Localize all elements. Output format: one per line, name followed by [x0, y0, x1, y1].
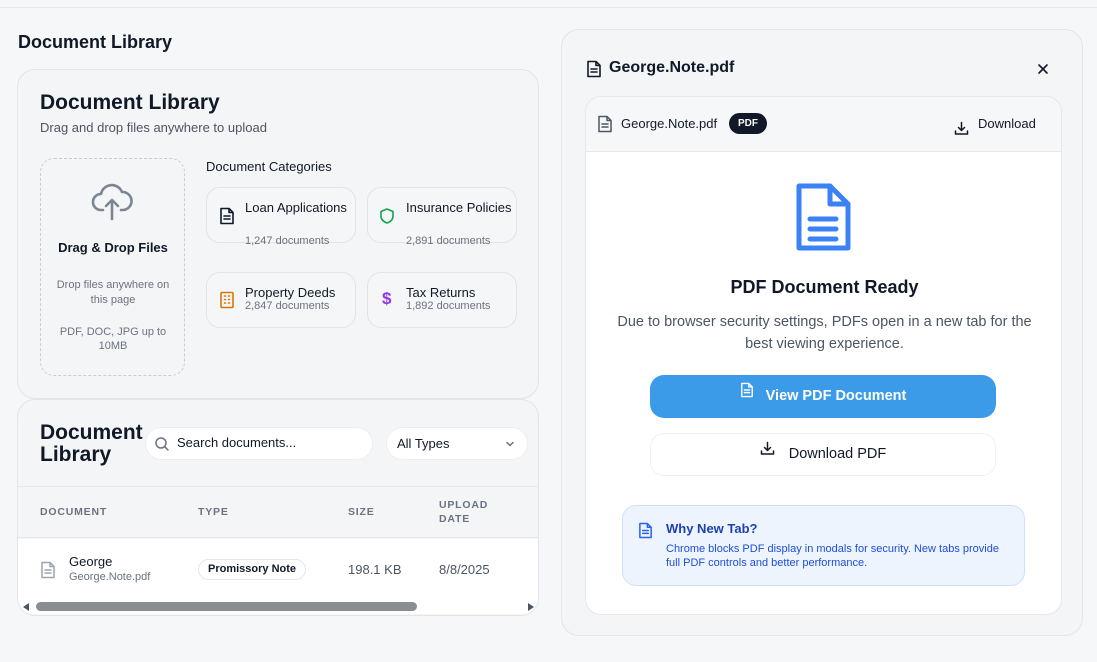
dropzone-hint: Drop files anywhere on this page	[56, 279, 170, 306]
search-input[interactable]	[177, 435, 362, 450]
type-badge: Promissory Note	[198, 559, 307, 580]
download-icon	[954, 117, 969, 147]
category-insurance-policies[interactable]: Insurance Policies 2,891 documents	[367, 187, 517, 247]
dropzone-title: Drag & Drop Files	[58, 240, 168, 255]
category-count: 2,891 documents	[406, 235, 491, 247]
upload-card: Document Library Drag and drop files any…	[17, 69, 539, 399]
category-tax-returns[interactable]: $ Tax Returns 1,892 documents	[367, 272, 517, 328]
info-callout: Why New Tab? Chrome blocks PDF display i…	[622, 505, 1025, 586]
document-table-card: Document Library All Types DOCUMENT TYPE…	[17, 399, 539, 616]
dropzone-formats: PDF, DOC, JPG up to 10MB	[59, 326, 167, 352]
pdf-preview-modal: George.Note.pdf George.Note.pdf PDF Down…	[561, 29, 1083, 636]
file-text-icon	[597, 115, 613, 138]
type-filter-value: All Types	[397, 436, 450, 451]
download-pdf-label: Download PDF	[788, 446, 887, 462]
category-count: 1,247 documents	[245, 235, 330, 247]
download-button[interactable]: Download	[950, 109, 1046, 139]
category-loan-applications[interactable]: Loan Applications 1,247 documents	[206, 187, 356, 247]
file-text-icon	[219, 207, 235, 230]
ready-title: PDF Document Ready	[730, 277, 919, 297]
scroll-right-arrow[interactable]	[528, 603, 534, 611]
dropzone[interactable]: Drag & Drop Files Drop files anywhere on…	[40, 158, 185, 376]
column-header-upload-date[interactable]: UPLOAD DATE	[439, 498, 499, 526]
scroll-left-arrow[interactable]	[23, 603, 29, 611]
search-box[interactable]	[145, 427, 373, 460]
search-icon	[154, 436, 170, 457]
category-count: 1,892 documents	[406, 300, 491, 312]
column-header-document[interactable]: DOCUMENT	[40, 505, 107, 519]
upload-subtitle: Drag and drop files anywhere to upload	[40, 120, 267, 135]
shield-icon	[380, 208, 394, 229]
category-property-deeds[interactable]: Property Deeds 2,847 documents	[206, 272, 356, 328]
upload-title: Document Library	[40, 91, 220, 114]
file-text-icon	[638, 522, 653, 544]
chevron-down-icon	[504, 438, 516, 453]
pdf-document-icon	[794, 183, 852, 256]
horizontal-scrollbar[interactable]	[18, 600, 538, 614]
file-type-badge: PDF	[729, 113, 767, 134]
view-pdf-button[interactable]: View PDF Document	[650, 375, 996, 418]
document-upload-date: 8/8/2025	[439, 562, 490, 577]
file-text-icon	[740, 373, 754, 416]
file-text-icon	[586, 60, 602, 83]
ready-description: Due to browser security settings, PDFs o…	[617, 314, 1032, 352]
document-size: 198.1 KB	[348, 562, 402, 577]
close-button[interactable]	[1032, 59, 1054, 81]
modal-title: George.Note.pdf	[609, 59, 735, 76]
document-name[interactable]: George	[69, 554, 112, 569]
type-filter-select[interactable]: All Types	[386, 427, 528, 460]
callout-title: Why New Tab?	[666, 521, 758, 536]
view-pdf-label: View PDF Document	[765, 388, 907, 404]
dollar-icon: $	[382, 289, 392, 308]
download-label: Download	[978, 116, 1036, 131]
download-pdf-button[interactable]: Download PDF	[650, 433, 996, 476]
category-name: Insurance Policies	[406, 200, 512, 215]
close-icon	[1038, 64, 1048, 74]
page-title: Document Library	[18, 32, 173, 52]
column-header-type[interactable]: TYPE	[198, 505, 229, 519]
viewer-toolbar: George.Note.pdf PDF Download	[586, 97, 1061, 152]
category-name: Tax Returns	[406, 285, 476, 300]
scrollbar-thumb[interactable]	[36, 602, 417, 611]
table-header: DOCUMENT TYPE SIZE UPLOAD DATE	[18, 486, 538, 538]
top-divider	[0, 7, 1097, 8]
pdf-viewer: George.Note.pdf PDF Download PDF Documen…	[585, 96, 1062, 615]
download-icon	[760, 432, 775, 473]
callout-text: Chrome blocks PDF display in modals for …	[666, 543, 999, 569]
categories-heading: Document Categories	[206, 159, 332, 174]
building-icon	[219, 291, 235, 314]
category-name: Loan Applications	[245, 200, 347, 215]
viewer-file-name: George.Note.pdf	[621, 116, 718, 131]
file-text-icon	[40, 561, 56, 584]
document-filename: George.Note.pdf	[69, 571, 151, 583]
table-row[interactable]: George George.Note.pdf Promissory Note 1…	[18, 539, 538, 601]
library-title: Document Library	[40, 421, 143, 466]
column-header-size[interactable]: SIZE	[348, 505, 375, 519]
category-name: Property Deeds	[245, 285, 336, 300]
category-count: 2,847 documents	[245, 300, 330, 312]
cloud-upload-icon	[91, 183, 133, 226]
